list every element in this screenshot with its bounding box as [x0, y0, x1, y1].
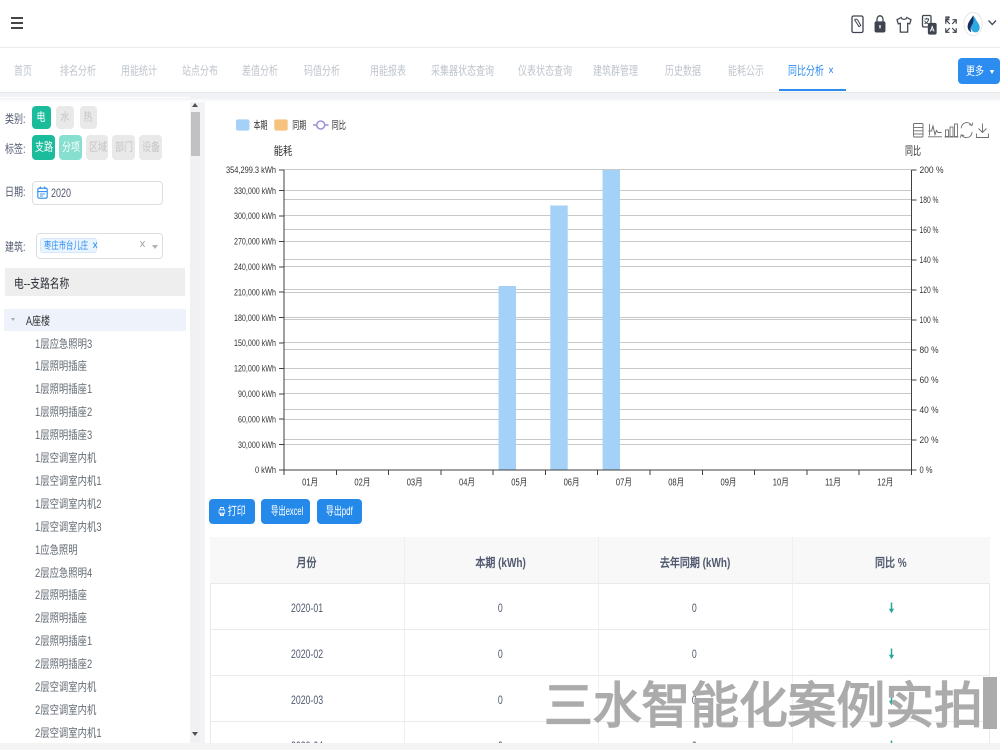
svg-text:40 %: 40 %	[920, 405, 939, 416]
svg-text:07月: 07月	[616, 478, 632, 489]
svg-text:160 %: 160 %	[920, 225, 939, 236]
svg-text:09月: 09月	[721, 478, 737, 489]
svg-text:同比: 同比	[905, 144, 921, 158]
svg-text:06月: 06月	[564, 478, 580, 489]
svg-text:120,000 kWh: 120,000 kWh	[234, 364, 276, 375]
svg-text:同期: 同期	[292, 119, 306, 132]
svg-text:300,000 kWh: 300,000 kWh	[234, 211, 276, 222]
svg-text:210,000 kWh: 210,000 kWh	[234, 287, 276, 298]
svg-text:02月: 02月	[354, 478, 370, 489]
svg-text:同比: 同比	[332, 119, 347, 132]
svg-text:180 %: 180 %	[920, 195, 939, 206]
svg-text:270,000 kWh: 270,000 kWh	[234, 237, 276, 248]
svg-text:180,000 kWh: 180,000 kWh	[234, 313, 276, 324]
svg-text:120 %: 120 %	[920, 285, 939, 296]
svg-text:30,000 kWh: 30,000 kWh	[238, 440, 276, 451]
svg-text:0 kWh: 0 kWh	[255, 465, 276, 476]
svg-text:150,000 kWh: 150,000 kWh	[234, 338, 276, 349]
svg-text:60,000 kWh: 60,000 kWh	[238, 414, 276, 425]
svg-text:01月: 01月	[302, 478, 318, 489]
svg-text:12月: 12月	[877, 478, 893, 489]
svg-text:0 %: 0 %	[920, 465, 933, 476]
svg-text:240,000 kWh: 240,000 kWh	[234, 262, 276, 273]
svg-text:11月: 11月	[825, 478, 841, 489]
svg-text:90,000 kWh: 90,000 kWh	[238, 389, 276, 400]
svg-text:140 %: 140 %	[920, 255, 939, 266]
svg-text:354,299.3 kWh: 354,299.3 kWh	[226, 165, 276, 176]
svg-text:本期: 本期	[254, 119, 268, 132]
svg-text:80 %: 80 %	[920, 345, 939, 356]
svg-text:05月: 05月	[511, 478, 527, 489]
svg-text:100 %: 100 %	[920, 315, 939, 326]
svg-text:10月: 10月	[773, 478, 789, 489]
svg-text:200 %: 200 %	[920, 165, 944, 176]
svg-text:03月: 03月	[407, 478, 423, 489]
svg-text:04月: 04月	[459, 478, 475, 489]
svg-text:08月: 08月	[668, 478, 684, 489]
svg-text:330,000 kWh: 330,000 kWh	[234, 186, 276, 197]
svg-text:20 %: 20 %	[920, 435, 939, 446]
svg-text:能耗: 能耗	[274, 144, 293, 158]
svg-text:60 %: 60 %	[920, 375, 939, 386]
